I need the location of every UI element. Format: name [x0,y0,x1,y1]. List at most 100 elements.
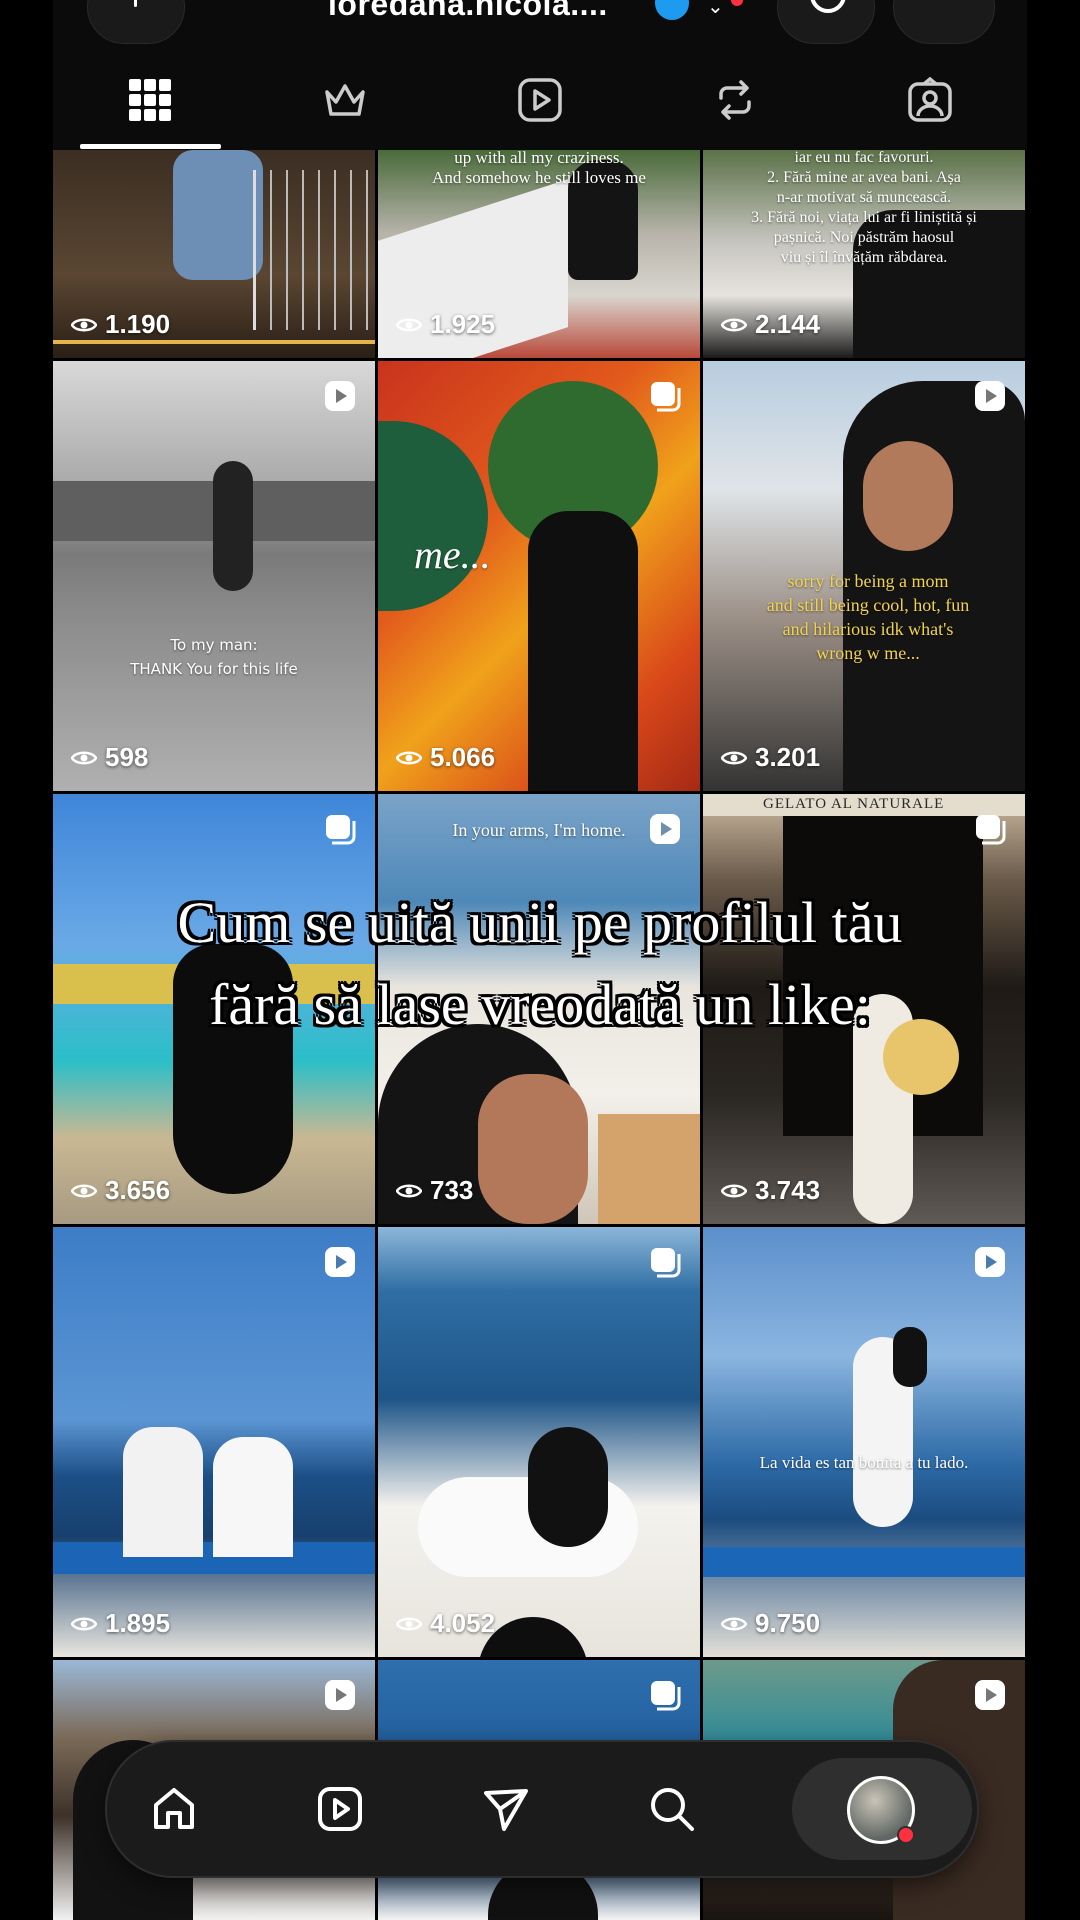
photo-detail [53,340,375,344]
view-count-text: 733 [430,1175,474,1205]
view-count: 2.144 [721,309,820,340]
photo-detail [253,170,375,330]
shop-sign-text: GELATO AL NATURALE [763,796,945,812]
post-tile[interactable]: 1.190 [53,150,375,358]
reel-icon [325,1680,355,1710]
threads-icon [810,0,846,13]
caption-line: viu și îl învățăm răbdarea. [780,249,948,266]
photo-detail [528,1427,608,1547]
phone-screen: loredana.nicola.... ⌄ 1.190 up with all … [53,0,1027,1920]
active-tab-indicator [80,144,221,149]
video-overlay-caption: Cum se uită unii pe profilul tău fără să… [53,882,1027,1046]
carousel-icon [326,815,356,845]
photo-detail [863,441,953,551]
nav-home[interactable] [134,1769,214,1849]
carousel-badge [648,1678,682,1712]
post-tile[interactable]: iar eu nu fac favoruri. 2. Fără mine ar … [703,150,1025,358]
photo-detail [123,1427,203,1557]
menu-button[interactable] [893,0,995,44]
search-icon [651,1788,694,1831]
tagged-icon [908,76,952,122]
photo-detail [528,511,638,791]
caption-line: THANK You for this life [130,660,298,678]
eye-icon [396,1184,422,1197]
reel-icon [975,381,1005,411]
tab-reels[interactable] [510,70,570,130]
view-count-text: 3.743 [755,1175,821,1205]
eye-icon [721,751,747,764]
caption-line: and hilarious idk what's [782,619,954,639]
view-count-text: 1.925 [430,309,496,339]
caption-line: and still being cool, hot, fun [766,595,970,615]
photo-detail [703,1547,1025,1577]
chevron-down-icon[interactable]: ⌄ [707,0,724,19]
view-count: 4.052 [396,1608,495,1639]
reel-badge [973,379,1007,413]
caption-line: wrong w me... [816,643,920,663]
photo-detail [893,1327,927,1387]
view-count: 3.656 [71,1175,170,1206]
post-caption: In your arms, I'm home. [452,820,626,840]
carousel-badge [323,812,357,846]
view-count-text: 598 [105,742,149,772]
right-margin [1027,0,1080,1920]
view-count-text: 3.201 [755,742,821,772]
view-count: 1.925 [396,309,495,340]
photo-detail [213,461,253,591]
post-tile[interactable]: up with all my craziness. And somehow he… [378,150,700,358]
post-caption: sorry for being a mom and still being co… [743,569,993,665]
post-tile[interactable]: sorry for being a mom and still being co… [703,361,1025,791]
view-count: 3.743 [721,1175,820,1206]
view-count: 5.066 [396,742,495,773]
view-count: 733 [396,1175,473,1206]
tab-subscriptions[interactable] [315,70,375,130]
eye-icon [396,751,422,764]
reel-icon [325,381,355,411]
eye-icon [721,1617,747,1630]
post-tile[interactable]: To my man: THANK You for this life 598 [53,361,375,791]
tab-tagged[interactable] [900,70,960,130]
verified-badge-icon [655,0,689,20]
tab-reposts[interactable] [705,70,765,130]
tab-grid[interactable] [120,70,180,130]
view-count-text: 1.190 [105,309,171,339]
carousel-icon [651,382,681,412]
carousel-badge [648,379,682,413]
post-caption: La vida es tan bonita a tu lado. [759,1453,969,1472]
view-count-text: 2.144 [755,309,821,339]
view-count-text: 3.656 [105,1175,171,1205]
eye-icon [396,1617,422,1630]
profile-notification-dot [897,1826,915,1844]
reels-icon [518,78,562,122]
carousel-icon [651,1248,681,1278]
view-count: 1.895 [71,1608,170,1639]
reel-badge [323,1678,357,1712]
profile-username[interactable]: loredana.nicola.... [328,0,608,23]
post-tile[interactable]: La vida es tan bonita a tu lado. 9.750 [703,1227,1025,1657]
reels-icon [318,1787,362,1831]
view-count-text: 9.750 [755,1608,821,1638]
send-icon [484,1789,528,1831]
nav-search[interactable] [632,1769,712,1849]
carousel-icon [651,1681,681,1711]
nav-messages[interactable] [466,1769,546,1849]
photo-detail [378,421,488,611]
view-count: 3.201 [721,742,820,773]
create-button[interactable] [87,0,185,44]
view-count: 1.190 [71,309,170,340]
post-tile[interactable]: me... 5.066 [378,361,700,791]
carousel-badge [973,812,1007,846]
view-count-text: 5.066 [430,742,496,772]
bottom-navigation-bar [105,1740,979,1878]
eye-icon [71,751,97,764]
threads-button[interactable] [777,0,875,44]
nav-reels[interactable] [300,1769,380,1849]
post-caption: To my man: THANK You for this life [53,633,375,681]
view-count: 598 [71,742,148,773]
post-tile[interactable]: 4.052 [378,1227,700,1657]
post-tile[interactable]: 1.895 [53,1227,375,1657]
notification-dot [731,0,743,6]
eye-icon [721,318,747,331]
post-caption: iar eu nu fac favoruri. 2. Fără mine ar … [703,150,1025,268]
reel-icon [975,1680,1005,1710]
